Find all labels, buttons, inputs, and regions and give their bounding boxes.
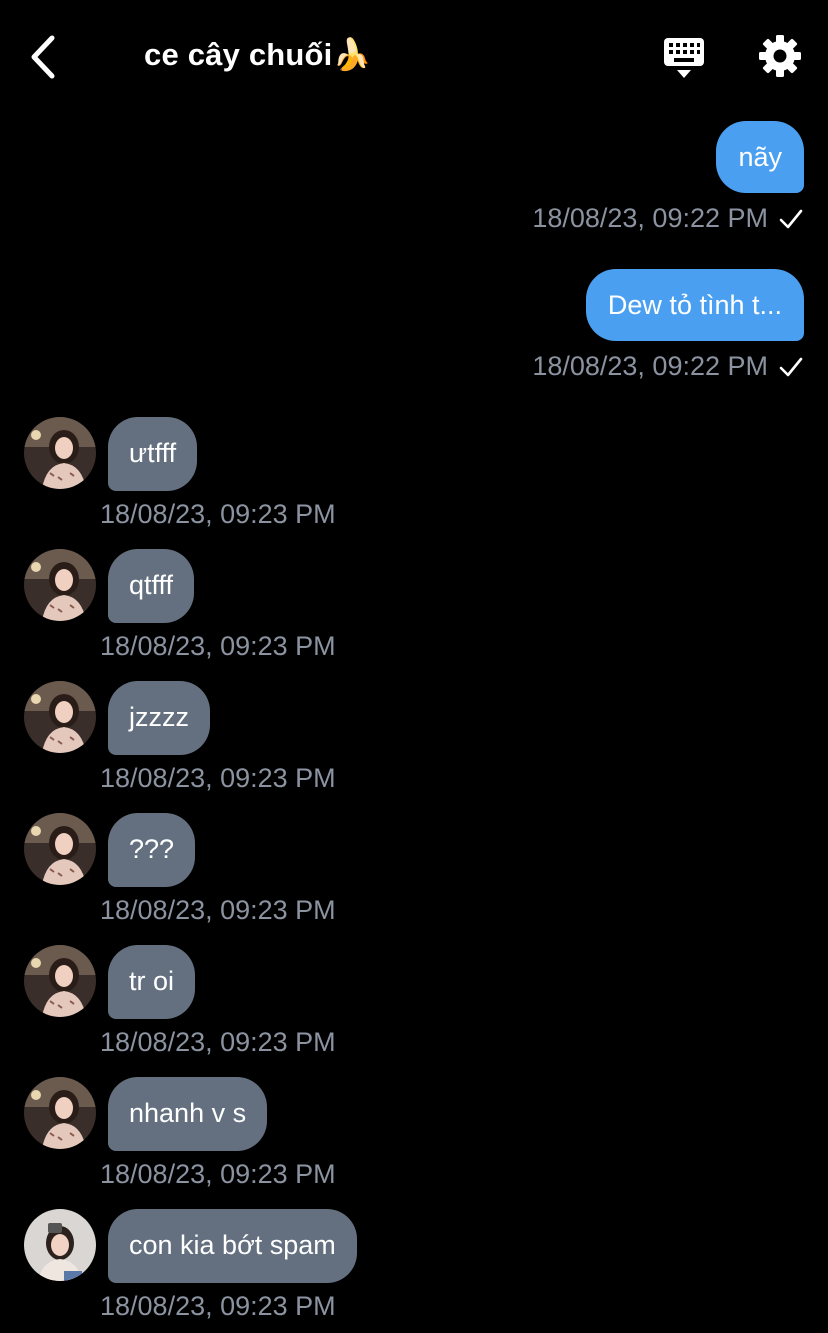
check-icon [779, 357, 803, 376]
message-bubble[interactable]: qtfff [108, 549, 195, 623]
keyboard-toggle-button[interactable] [662, 36, 706, 80]
message-timestamp: 18/08/23, 09:23 PM [100, 499, 336, 529]
chevron-left-icon [31, 35, 55, 79]
message-outgoing[interactable]: Dew tỏ tình t... [585, 269, 804, 341]
avatar-photo [24, 945, 96, 1017]
message-timestamp: 18/08/23, 09:22 PM [532, 351, 768, 381]
avatar-photo [24, 417, 96, 489]
message-bubble[interactable]: nhanh v s [108, 1077, 268, 1151]
message-timestamp-row: 18/08/23, 09:22 PM [532, 203, 804, 234]
message-bubble[interactable]: jzzzz [108, 681, 210, 755]
message-outgoing[interactable]: nãy [716, 121, 804, 193]
avatar-photo [24, 1077, 96, 1149]
message-bubble[interactable]: con kia bớt spam [108, 1209, 357, 1283]
avatar[interactable] [24, 417, 96, 489]
avatar-photo [24, 813, 96, 885]
avatar[interactable] [24, 1077, 96, 1149]
message-timestamp: 18/08/23, 09:23 PM [100, 1159, 336, 1189]
message-bubble[interactable]: ??? [108, 813, 196, 887]
avatar-photo [24, 1209, 96, 1281]
keyboard-hide-icon [664, 38, 704, 78]
avatar[interactable] [24, 681, 96, 753]
message-bubble[interactable]: tr oi [108, 945, 196, 1019]
message-timestamp: 18/08/23, 09:23 PM [100, 763, 336, 793]
message-timestamp: 18/08/23, 09:23 PM [100, 1027, 336, 1057]
settings-button[interactable] [758, 34, 802, 78]
check-icon [779, 209, 803, 228]
chat-title: ce cây chuối🍌 [144, 37, 372, 72]
message-timestamp: 18/08/23, 09:23 PM [100, 1291, 336, 1321]
message-bubble[interactable]: Dew tỏ tình t... [585, 269, 804, 341]
chat-header: ce cây chuối🍌 [0, 0, 828, 110]
message-timestamp: 18/08/23, 09:22 PM [532, 203, 768, 233]
avatar[interactable] [24, 549, 96, 621]
message-timestamp: 18/08/23, 09:23 PM [100, 631, 336, 661]
gear-icon [759, 35, 801, 77]
avatar-photo [24, 549, 96, 621]
avatar-photo [24, 681, 96, 753]
avatar[interactable] [24, 1209, 96, 1281]
message-bubble[interactable]: ưtfff [108, 417, 198, 491]
message-timestamp: 18/08/23, 09:23 PM [100, 895, 336, 925]
message-bubble[interactable]: nãy [716, 121, 804, 193]
avatar[interactable] [24, 945, 96, 1017]
message-timestamp-row: 18/08/23, 09:22 PM [532, 351, 804, 382]
avatar[interactable] [24, 813, 96, 885]
back-button[interactable] [26, 34, 66, 80]
